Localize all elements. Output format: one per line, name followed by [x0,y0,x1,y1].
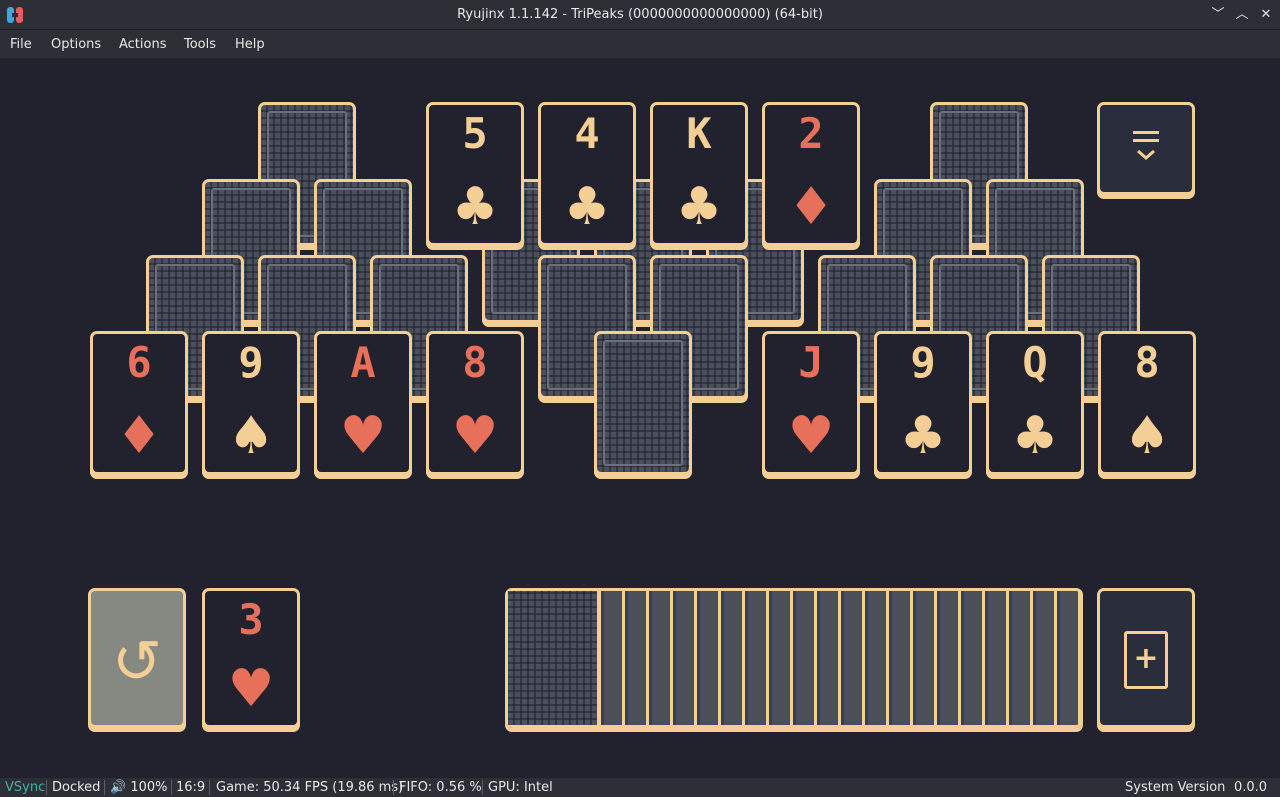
hearts-icon: ♥ [339,406,387,466]
status-divider [393,780,394,795]
card-rank: A [350,338,376,387]
status-divider [171,780,172,795]
hearts-icon: ♥ [227,659,275,719]
status-bar: VSync Docked 🔊 100% 16:9 Game: 50.34 FPS… [0,778,1280,797]
hamburger-menu-icon [1100,127,1192,172]
menu-file[interactable]: File [10,37,32,52]
draw-card-button[interactable]: + [1097,588,1195,728]
face-down-card [594,331,692,475]
playing-card[interactable]: 8 ♥ [426,331,524,475]
add-card-icon: + [1124,631,1168,689]
clubs-icon: ♣ [899,406,947,466]
hearts-icon: ♥ [787,406,835,466]
minimize-icon[interactable]: ﹀ [1208,5,1228,25]
stock-pile[interactable] [505,588,1083,728]
stock-top-card [508,591,600,725]
menu-help[interactable]: Help [235,37,265,52]
menu-actions[interactable]: Actions [119,37,167,52]
system-version-value: 0.0.0 [1234,780,1268,795]
undo-icon: ↺ [111,627,163,697]
system-version-label: System Version [1125,780,1226,795]
card-rank: K [686,109,712,158]
card-rank: 5 [462,109,488,158]
window-title: Ryujinx 1.1.142 - TriPeaks (000000000000… [457,7,823,22]
close-icon[interactable]: ✕ [1256,5,1276,25]
card-rank: 6 [126,338,152,387]
waste-card[interactable]: 3 ♥ [202,588,300,728]
playing-card[interactable]: J ♥ [762,331,860,475]
menu-tools[interactable]: Tools [184,37,216,52]
playing-card[interactable]: 5 ♣ [426,102,524,246]
card-rank: 9 [910,338,936,387]
playing-card[interactable]: 4 ♣ [538,102,636,246]
card-rank: Q [1022,338,1048,387]
game-viewport[interactable]: 5 ♣ 4 ♣ K ♣ 2 ♦ 6 ♦ 9 ♠ A ♥ 8 ♥ J ♥ 9 ♣ … [0,58,1280,778]
status-divider [46,780,47,795]
maximize-icon[interactable]: ︿ [1232,5,1252,25]
card-rank: 8 [1134,338,1160,387]
card-rank: 8 [462,338,488,387]
spades-icon: ♠ [1123,406,1171,466]
gpu-status: GPU: Intel [488,780,553,795]
playing-card[interactable]: K ♣ [650,102,748,246]
status-divider [104,780,105,795]
playing-card[interactable]: 8 ♠ [1098,331,1196,475]
spades-icon: ♠ [227,406,275,466]
vsync-toggle[interactable]: VSync [5,780,45,795]
clubs-icon: ♣ [1011,406,1059,466]
card-rank: 2 [798,109,824,158]
clubs-icon: ♣ [675,177,723,237]
card-rank: 4 [574,109,600,158]
menu-bar: File Options Actions Tools Help [0,30,1280,58]
fps-status: Game: 50.34 FPS (19.86 ms) [216,780,404,795]
playing-card[interactable]: 9 ♣ [874,331,972,475]
volume-status[interactable]: 🔊 100% [110,780,167,795]
hearts-icon: ♥ [451,406,499,466]
card-rank: 9 [238,338,264,387]
playing-card[interactable]: 9 ♠ [202,331,300,475]
aspect-ratio-toggle[interactable]: 16:9 [176,780,205,795]
clubs-icon: ♣ [451,177,499,237]
status-divider [209,780,210,795]
card-rank: 3 [238,595,264,644]
dock-mode-toggle[interactable]: Docked [52,780,100,795]
menu-options[interactable]: Options [51,37,101,52]
playing-card[interactable]: A ♥ [314,331,412,475]
diamonds-icon: ♦ [115,406,163,466]
clubs-icon: ♣ [563,177,611,237]
diamonds-icon: ♦ [787,177,835,237]
game-menu-button[interactable] [1097,102,1195,195]
title-bar: Ryujinx 1.1.142 - TriPeaks (000000000000… [0,0,1280,30]
playing-card[interactable]: Q ♣ [986,331,1084,475]
fifo-status: FIFO: 0.56 % [399,780,482,795]
undo-button[interactable]: ↺ [88,588,186,728]
playing-card[interactable]: 2 ♦ [762,102,860,246]
playing-card[interactable]: 6 ♦ [90,331,188,475]
status-divider [482,780,483,795]
card-rank: J [798,338,824,387]
